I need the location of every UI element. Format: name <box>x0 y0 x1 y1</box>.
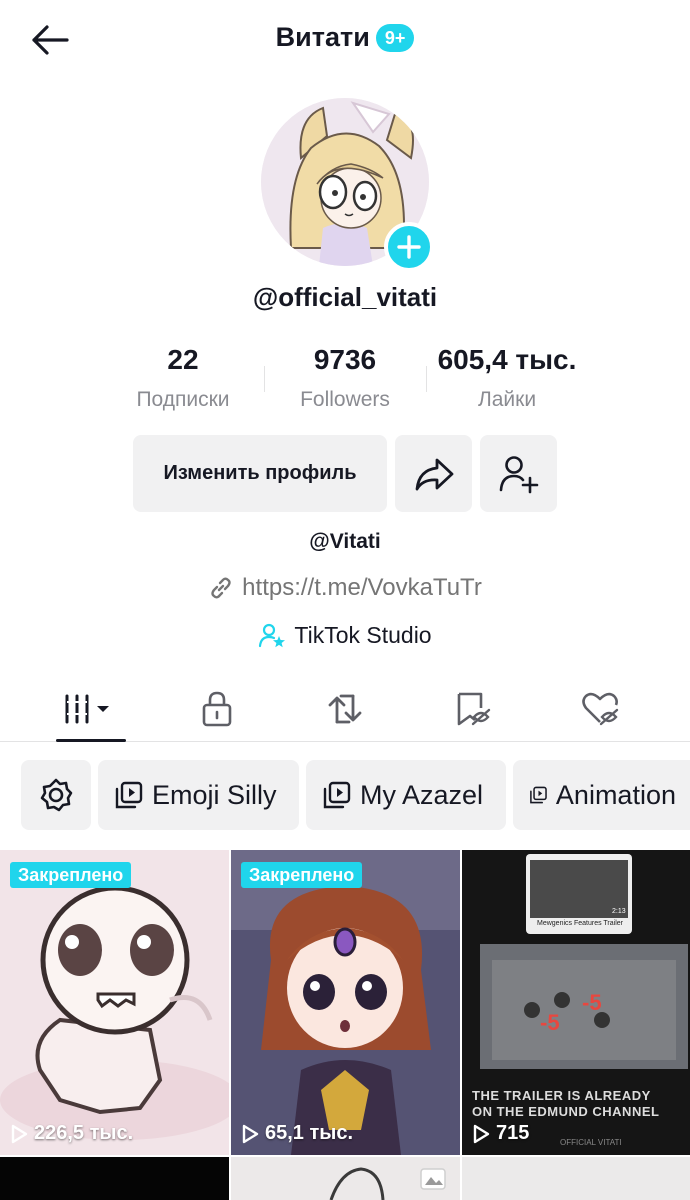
video-tile[interactable]: Закреплено 65,1 тыс. <box>231 850 460 1155</box>
video-grid: Закреплено 226,5 тыс. Закреплено 65,1 ты… <box>0 850 690 1200</box>
likes-count: 605,4 тыс. <box>437 344 577 375</box>
gear-icon <box>40 778 73 812</box>
thumb-caption: ON THE EDMUND CHANNEL <box>472 1104 660 1119</box>
studio-user-star-icon <box>259 623 286 647</box>
share-profile-button[interactable] <box>395 435 472 512</box>
link-icon <box>211 577 231 599</box>
likes-label: Лайки <box>477 388 537 411</box>
view-count-text: 65,1 тыс. <box>265 1122 354 1144</box>
collection-chip[interactable]: My Azazel <box>306 760 506 830</box>
bio-name: @Vitati <box>309 530 381 553</box>
bio-link[interactable]: https://t.me/VovkaTuTr <box>0 574 690 602</box>
collections-row: Emoji Silly My Azazel Animation <box>0 760 690 832</box>
view-count: 226,5 тыс. <box>10 1122 133 1145</box>
view-count-text: 226,5 тыс. <box>34 1122 134 1144</box>
view-count: 715 <box>472 1122 529 1145</box>
add-friend-button[interactable] <box>480 435 557 512</box>
stats-row: 22 Подписки 9736 Followers 605,4 тыс. Ла… <box>0 344 690 418</box>
followers-count: 9736 <box>313 344 377 375</box>
repost-icon <box>328 694 362 724</box>
collection-chip[interactable]: Emoji Silly <box>98 760 299 830</box>
collection-icon <box>115 781 143 809</box>
svg-text:-5: -5 <box>582 990 602 1015</box>
video-thumbnail <box>231 850 460 1155</box>
following-stat[interactable]: 22 Подписки <box>103 344 263 412</box>
thumb-caption: THE TRAILER IS ALREADY <box>472 1088 651 1103</box>
likes-stat[interactable]: 605,4 тыс. Лайки <box>427 344 587 412</box>
username: @official_vitati <box>252 282 438 312</box>
video-tile[interactable]: -5 -5 Mewgenics Features Trailer 2:13 TH… <box>462 850 690 1155</box>
page-title: Витати <box>275 22 370 52</box>
collection-label: Emoji Silly <box>152 779 277 810</box>
thumb-watermark: OFFICIAL VITATI <box>560 1138 622 1147</box>
title-wrap: Витати 9+ <box>0 22 690 53</box>
followers-label: Followers <box>300 388 390 411</box>
svg-text:-5: -5 <box>540 1010 560 1035</box>
videos-grid-icon <box>65 694 109 724</box>
followers-stat[interactable]: 9736 Followers <box>265 344 425 412</box>
play-icon <box>473 1124 490 1143</box>
pinned-badge: Закреплено <box>10 862 132 888</box>
following-count: 22 <box>167 344 199 375</box>
collection-chip[interactable]: Animation <box>513 760 690 830</box>
thumb-time: 2:13 <box>612 908 626 915</box>
pinned-badge: Закреплено <box>241 862 363 888</box>
video-tile[interactable] <box>231 1157 460 1200</box>
share-arrow-icon <box>415 458 453 490</box>
content-tabs <box>0 676 690 742</box>
tiktok-studio-link[interactable]: TikTok Studio <box>0 622 690 649</box>
lock-icon <box>202 691 232 727</box>
collection-label: Animation <box>555 779 676 810</box>
tiktok-studio-label: TikTok Studio <box>294 622 432 648</box>
play-icon <box>11 1124 28 1143</box>
video-thumbnail <box>0 850 229 1155</box>
following-label: Подписки <box>136 388 230 411</box>
tab-private[interactable] <box>148 676 286 742</box>
tab-reposts[interactable] <box>276 676 414 742</box>
notification-badge[interactable]: 9+ <box>375 23 415 52</box>
video-tile[interactable] <box>462 1157 690 1200</box>
collection-label: My Azazel <box>360 779 484 810</box>
view-count: 65,1 тыс. <box>241 1122 353 1145</box>
video-thumbnail <box>329 1167 446 1200</box>
edit-profile-button[interactable]: Изменить профиль <box>133 435 387 512</box>
add-user-icon <box>499 455 538 493</box>
thumb-title: Mewgenics Features Trailer <box>537 920 623 927</box>
tab-saved[interactable] <box>404 676 542 742</box>
view-count-text: 715 <box>496 1122 530 1144</box>
bio-link-text[interactable]: https://t.me/VovkaTuTr <box>242 574 482 602</box>
liked-hidden-icon <box>582 692 619 726</box>
add-avatar-button[interactable] <box>384 222 434 272</box>
plus-icon <box>397 235 421 259</box>
play-icon <box>242 1124 259 1143</box>
saved-hidden-icon <box>457 692 491 726</box>
collection-icon <box>323 781 351 809</box>
top-bar: Витати 9+ <box>0 0 690 80</box>
collections-settings-button[interactable] <box>21 760 91 830</box>
video-tile[interactable] <box>0 1157 229 1200</box>
tab-videos[interactable] <box>22 676 160 742</box>
collection-icon <box>530 786 547 804</box>
video-tile[interactable]: Закреплено 226,5 тыс. <box>0 850 229 1155</box>
active-tab-indicator <box>56 739 126 742</box>
tab-liked[interactable] <box>532 676 670 742</box>
